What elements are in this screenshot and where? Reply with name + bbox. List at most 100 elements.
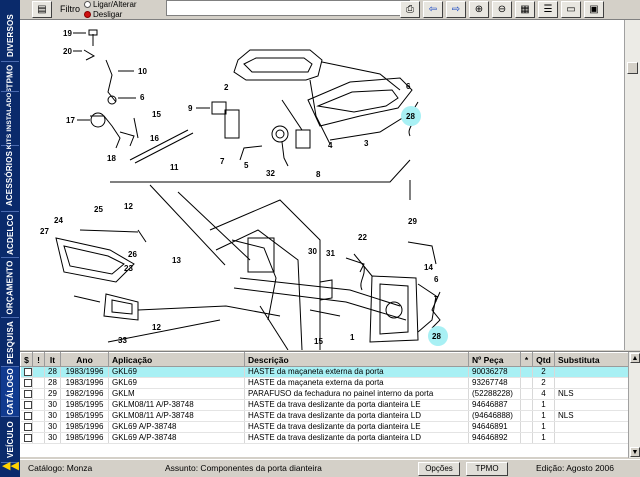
row-checkbox [20,410,33,422]
col-part-number[interactable]: Nº Peça [468,352,521,367]
arrow-left-icon[interactable]: ⇦ [423,1,443,18]
table-row[interactable]: 30 1985/1996 GKL69 A/P-38748 HASTE da trava… [20,421,629,433]
tab-acessorios[interactable]: ACESSÓRIOS [1,146,19,212]
row-alert [32,421,45,433]
scroll-up-icon[interactable]: ▲ [630,353,640,363]
row-item: 29 [44,388,61,400]
svg-text:32: 32 [266,169,275,178]
tab-veiculo[interactable]: VEÍCULO [1,417,19,463]
checkbox[interactable] [23,433,32,442]
tab-diversos-label: DIVERSOS [5,14,15,57]
svg-text:2: 2 [224,83,229,92]
parts-diagram[interactable]: 19 20 10 6 2 9 17 15 16 18 11 7 5 32 8 4… [20,20,624,350]
tab-orcamento-label: ORÇAMENTO [5,260,15,315]
svg-text:10: 10 [138,67,147,76]
collapse-icon[interactable]: ▣ [584,1,604,18]
col-star[interactable]: * [520,352,533,367]
tab-pesquisa[interactable]: PESQUISA [1,318,19,367]
row-substitute [554,377,629,389]
checkbox[interactable] [23,400,32,409]
filter-label: Filtro [60,4,80,14]
scroll-down-icon[interactable]: ▼ [630,447,640,457]
svg-text:3: 3 [364,139,369,148]
row-description: HASTE da trava deslizante da porta diant… [244,421,469,433]
diagram-scrollbar[interactable] [624,20,640,350]
row-year: 1983/1996 [60,366,109,378]
col-substitute[interactable]: Substitutа [554,352,629,367]
table-row[interactable]: 28 1983/1996 GKL69 HASTE da maçaneta extern… [20,377,629,389]
tab-diversos[interactable]: DIVERSOS [1,10,19,62]
svg-text:31: 31 [326,249,335,258]
status-subject: Assunto: Componentes da porta dianteira [165,463,322,473]
row-checkbox [20,366,33,378]
arrow-right-icon[interactable]: ⇨ [446,1,466,18]
svg-text:16: 16 [150,134,159,143]
tab-acdelco[interactable]: ACDELCO [1,212,19,258]
zoom-in-icon[interactable]: ⊕ [469,1,489,18]
list-icon[interactable]: ☰ [538,1,558,18]
tab-tpmo[interactable]: TPMO [1,62,19,92]
row-item: 30 [44,410,61,422]
row-alert [32,388,45,400]
print-icon[interactable]: ⎙ [400,1,420,18]
table-scrollbar[interactable]: ▲ ▼ [628,352,640,458]
table-row[interactable]: 28 1983/1996 GKL69 HASTE da maçaneta extern… [20,366,629,378]
checkbox[interactable] [23,422,32,431]
col-qty[interactable]: Qtd [532,352,555,367]
tab-orcamento[interactable]: ORÇAMENTO [1,258,19,318]
col-price[interactable]: $ [20,352,33,367]
tab-catalogo[interactable]: CATÁLOGO [1,367,19,417]
grid-icon[interactable]: ▦ [515,1,535,18]
radio-on-icon [84,1,91,8]
col-alert[interactable]: ! [32,352,45,367]
row-description: PARAFUSO da fechadura no painel interno … [244,388,469,400]
tab-kits-instalados[interactable]: KITS INSTALADOS [1,88,19,149]
table-row[interactable]: 30 1985/1995 GKLM08/11 A/P-38748 HASTE da t… [20,399,629,411]
row-qty: 1 [532,410,555,422]
col-description[interactable]: Descrição [244,352,469,367]
svg-text:6: 6 [140,93,145,102]
disk-icon[interactable]: ▭ [561,1,581,18]
row-star [520,388,533,400]
row-application: GKLM [108,388,245,400]
checkbox[interactable] [23,367,32,376]
svg-text:19: 19 [63,29,72,38]
collapse-arrow-icon[interactable]: ◀◀ [2,459,19,473]
svg-text:28: 28 [406,112,415,121]
filter-field[interactable] [166,0,410,16]
row-qty: 4 [532,388,555,400]
options-button[interactable]: Opções [418,462,460,476]
col-item[interactable]: It [44,352,61,367]
diagram-scroll-thumb[interactable] [627,62,638,74]
svg-text:15: 15 [152,110,161,119]
svg-text:12: 12 [124,202,133,211]
row-substitute [554,421,629,433]
checkbox[interactable] [23,411,32,420]
row-item: 30 [44,421,61,433]
row-application: GKL69 A/P-38748 [108,432,245,444]
checkbox[interactable] [23,389,32,398]
row-description: HASTE da maçaneta externa da porta [244,377,469,389]
parts-diagram-svg: 19 20 10 6 2 9 17 15 16 18 11 7 5 32 8 4… [40,29,448,350]
row-checkbox [20,388,33,400]
filter-off-radio[interactable]: Desligar [84,10,122,19]
row-alert [32,366,45,378]
table-row[interactable]: 29 1982/1996 GKLM PARAFUSO da fechadura no … [20,388,629,400]
svg-text:6: 6 [406,82,411,91]
table-row[interactable]: 30 1985/1995 GKLM08/11 A/P-38748 HASTE da t… [20,410,629,422]
filter-icon[interactable]: ▤ [32,1,52,18]
row-year: 1985/1996 [60,432,109,444]
toolbar: ▤ Filtro Ligar/Alterar Desligar ⎙ ⇦ ⇨ ⊕ … [20,0,640,20]
filter-on-label: Ligar/Alterar [93,0,137,9]
table-row[interactable]: 30 1985/1996 GKL69 A/P-38748 HASTE da trava… [20,432,629,444]
tpmo-button[interactable]: TPMO [466,462,508,476]
svg-text:6: 6 [434,275,439,284]
checkbox[interactable] [23,378,32,387]
status-bar: Catálogo: Monza Assunto: Componentes da … [20,459,640,477]
tab-acessorios-label: ACESSÓRIOS [5,150,15,207]
col-application[interactable]: Aplicação [108,352,245,367]
row-substitute: NLS [554,388,629,400]
col-year[interactable]: Ano [60,352,109,367]
filter-on-radio[interactable]: Ligar/Alterar [84,0,137,9]
zoom-out-icon[interactable]: ⊖ [492,1,512,18]
